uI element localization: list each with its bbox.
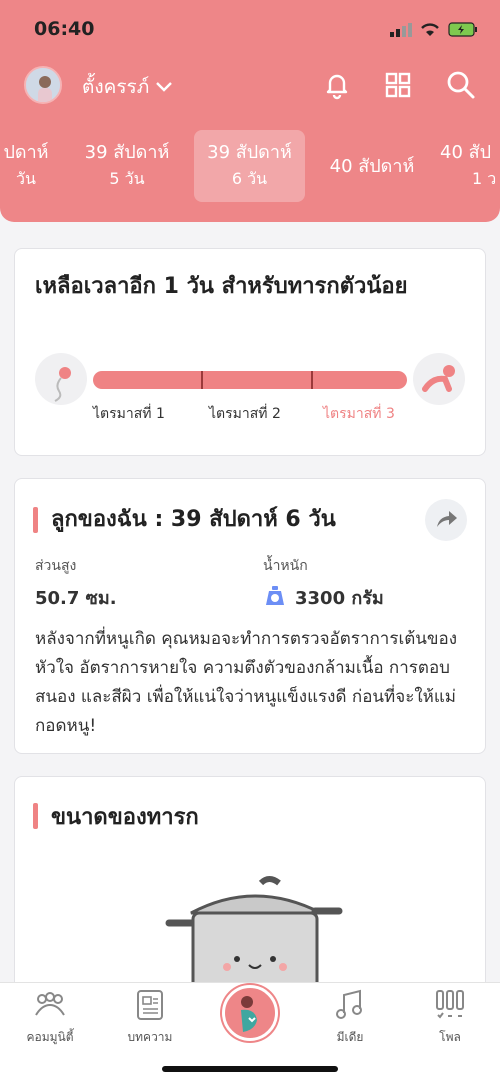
avatar[interactable]: [24, 66, 62, 104]
section-marker: [33, 803, 38, 829]
baby-size-card: ขนาดของทารก: [14, 776, 486, 997]
signal-icon: [390, 22, 412, 37]
weight-value: 3300 กรัม: [295, 588, 384, 609]
scale-icon: [266, 586, 284, 605]
baby-info-card: ลูกของฉัน : 39 สัปดาห์ 6 วัน ส่วนสูง 50.…: [14, 478, 486, 754]
baby-crawl-icon: [413, 353, 465, 405]
baby-description: หลังจากที่หนูเกิด คุณหมอจะทำการตรวจอัตรา…: [35, 629, 458, 736]
share-icon: [437, 511, 457, 527]
trimester-label: ไตรมาสที่ 2: [209, 406, 281, 422]
sperm-icon: [35, 353, 87, 405]
height-label: ส่วนสูง: [35, 558, 77, 574]
app-header: 06:40 ตั้งครรภ์ ปดาห์ วัน 39 สัปดาห์ 5 ว…: [0, 0, 500, 222]
height-value: 50.7 ซม.: [35, 588, 117, 609]
status-time: 06:40: [34, 18, 95, 40]
countdown-title: เหลือเวลาอีก 1 วัน สำหรับทารกตัวน้อย: [35, 274, 408, 299]
profile-name: ตั้งครรภ์: [82, 76, 150, 98]
week-tab[interactable]: 39 สัปดาห์ 5 วัน: [72, 130, 182, 202]
battery-icon: [448, 22, 477, 37]
week-tab-day: 1 ว: [472, 169, 497, 188]
nav-label: โพล: [439, 1030, 461, 1044]
baby-size-title: ขนาดของทารก: [51, 805, 199, 830]
week-tab-selected[interactable]: 39 สัปดาห์ 6 วัน: [194, 130, 305, 202]
week-tab-day: วัน: [16, 169, 36, 188]
weight-label: น้ำหนัก: [263, 558, 308, 574]
week-selector: ปดาห์ วัน 39 สัปดาห์ 5 วัน 39 สัปดาห์ 6 …: [0, 128, 500, 204]
status-bar: 06:40: [0, 14, 500, 48]
nav-media[interactable]: มีเดีย: [310, 989, 390, 1047]
week-tab-day: 5 วัน: [109, 169, 145, 188]
week-tab-day: 6 วัน: [231, 169, 268, 188]
nav-articles[interactable]: บทความ: [110, 989, 190, 1047]
nav-label: มีเดีย: [336, 1030, 364, 1044]
pregnancy-progress-bar: [93, 371, 407, 389]
trimester-label: ไตรมาสที่ 1: [93, 406, 165, 422]
pregnant-woman-icon: [241, 996, 257, 1032]
music-note-icon: [336, 989, 362, 1019]
nav-polls[interactable]: โพล: [410, 989, 490, 1047]
nav-pregnancy-home[interactable]: [222, 985, 278, 1041]
cooking-pot-illustration: [165, 876, 343, 997]
week-tab[interactable]: ปดาห์ วัน: [0, 130, 62, 202]
week-tab-week: 39 สัปดาห์: [84, 142, 170, 163]
week-tab-week: 40 สัปดาห์: [329, 156, 415, 177]
grid-menu-icon[interactable]: [383, 70, 413, 100]
baby-title: ลูกของฉัน : 39 สัปดาห์ 6 วัน: [51, 507, 336, 532]
section-marker: [33, 507, 38, 533]
top-bar: ตั้งครรภ์: [0, 62, 500, 110]
chevron-down-icon: [156, 82, 173, 92]
community-icon: [35, 992, 65, 1016]
trimester-label-current: ไตรมาสที่ 3: [323, 406, 395, 422]
profile-switcher[interactable]: ตั้งครรภ์: [82, 72, 173, 102]
wifi-icon: [421, 23, 439, 36]
countdown-card: เหลือเวลาอีก 1 วัน สำหรับทารกตัวน้อย ไตร…: [14, 248, 486, 456]
nav-label: คอมมูนิตี้: [26, 1030, 74, 1044]
poll-icon: [436, 990, 464, 1019]
bell-icon[interactable]: [322, 70, 352, 100]
home-indicator: [162, 1066, 338, 1072]
week-tab[interactable]: 40 สัปดาห์: [318, 130, 426, 202]
nav-label: บทความ: [127, 1030, 173, 1044]
article-icon: [137, 990, 163, 1020]
share-button[interactable]: [425, 499, 467, 541]
status-icons: [390, 22, 478, 37]
week-tab-week: 39 สัปดาห์: [207, 142, 292, 163]
week-tab-week: 40 สัป: [440, 142, 492, 163]
week-tab-week: ปดาห์: [3, 142, 49, 163]
week-tab[interactable]: 40 สัป 1 ว: [440, 130, 500, 202]
search-icon[interactable]: [446, 70, 476, 100]
nav-community[interactable]: คอมมูนิตี้: [10, 989, 90, 1047]
